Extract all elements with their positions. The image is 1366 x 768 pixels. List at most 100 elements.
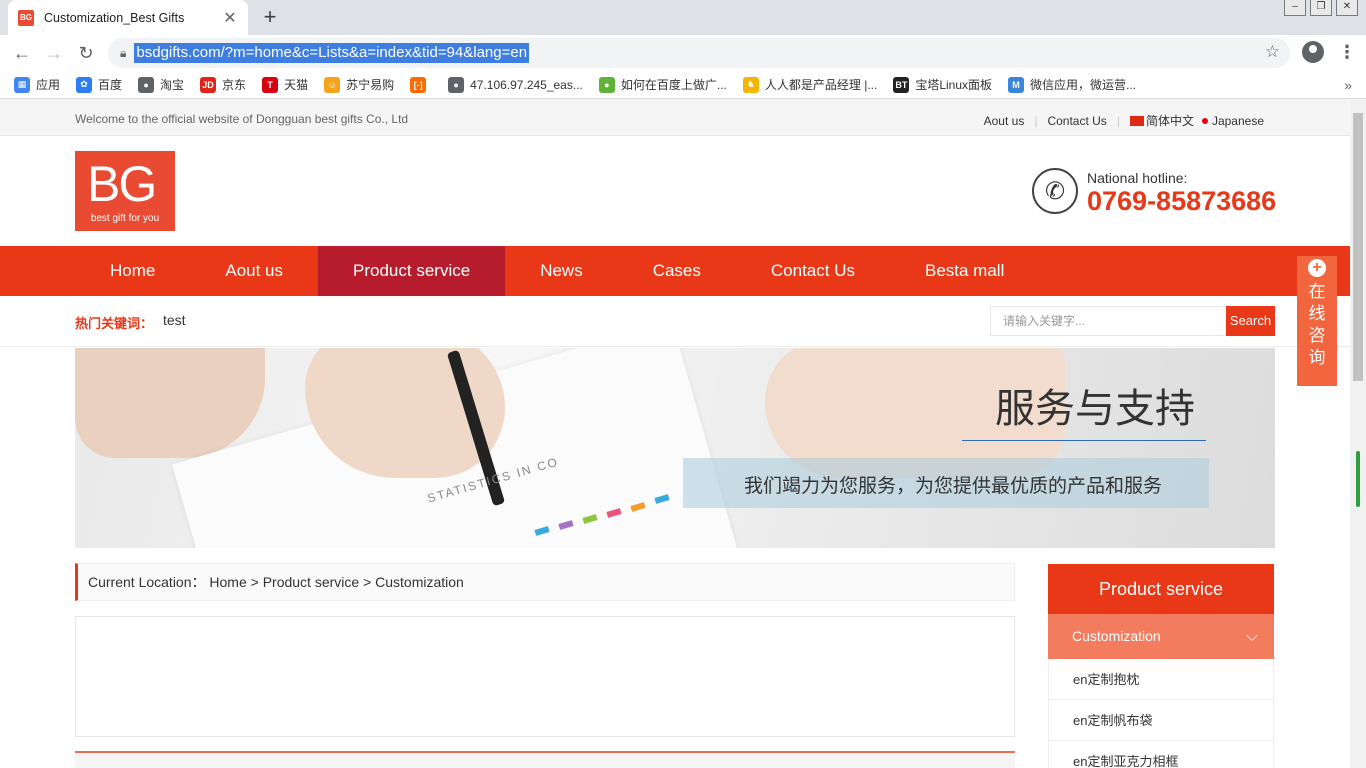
top-link-about[interactable]: Aout us [984,114,1025,128]
sidebar-item[interactable]: en定制抱枕 [1048,659,1274,700]
bookmark-item[interactable]: ✿ 百度 [76,76,122,93]
consult-char: 询 [1308,348,1326,368]
bookmark-item[interactable]: M 微信应用，微运营... [1008,76,1136,93]
sidebar-item[interactable]: en定制亚克力相框 [1048,741,1274,768]
bookmark-item[interactable]: BT 宝塔Linux面板 [893,76,992,93]
restore-icon[interactable]: ❐ [1310,0,1332,16]
m-icon: M [1008,76,1025,93]
bookmark-item[interactable]: [-] [410,76,432,93]
content-section-bar [75,751,1015,768]
browser-menu-icon[interactable]: ⋮ [1338,40,1356,64]
bookmark-label: 人人都是产品经理 |... [764,78,878,92]
logo-tagline: best gift for you [90,213,160,224]
bt-icon: BT [893,76,910,93]
browser-tab[interactable]: BG Customization_Best Gifts ✕ [8,0,248,35]
sidebar-current-category[interactable]: Customization ⌵ [1048,614,1274,659]
url-text[interactable]: bsdgifts.com/?m=home&c=Lists&a=index&tid… [134,43,530,63]
top-links: Aout us | Contact Us | 简体中文 Japanese [984,112,1264,129]
hero-banner: STATISTICS IN CO 服务与支持 我们竭力为您服务，为您提供最优质的… [75,348,1275,548]
sidebar-item[interactable]: en定制帆布袋 [1048,700,1274,741]
china-flag-icon [1129,116,1144,126]
bookmark-item[interactable]: ● 淘宝 [138,76,184,93]
top-info-bar: Welcome to the official website of Dongg… [0,99,1350,136]
bookmark-item[interactable]: ● 如何在百度上做广... [598,76,727,93]
globe-icon: ● [138,76,155,93]
chevron-down-icon: ⌵ [1245,628,1258,645]
minimize-icon[interactable]: – [1284,0,1306,16]
forward-icon[interactable]: → [42,41,66,65]
bookmark-label: 应用 [36,78,61,92]
welcome-text: Welcome to the official website of Dongg… [75,112,409,126]
nav-item[interactable]: News [505,246,618,296]
sidebar-item-list: en定制抱枕 en定制帆布袋 en定制亚克力相框 [1048,659,1274,768]
close-tab-icon[interactable]: ✕ [222,8,238,28]
bookmark-label: 如何在百度上做广... [620,78,727,92]
scrollbar-thumb[interactable] [1353,113,1363,381]
nav-item[interactable]: Besta mall [890,246,1039,296]
woshipm-icon: ♞ [742,76,759,93]
suning-icon: ☺ [324,76,341,93]
bookmark-label: 苏宁易购 [346,78,395,92]
bookmark-star-icon[interactable]: ☆ [1265,42,1280,62]
address-bar[interactable]: 🔒︎ bsdgifts.com/?m=home&c=Lists&a=index&… [108,38,1290,68]
bookmark-label: 47.106.97.245_eas... [470,77,583,92]
baidu-paw-icon: ✿ [76,76,93,93]
site-header: BG best gift for you ✆ National hotline:… [0,136,1350,246]
bookmark-item[interactable]: ☺ 苏宁易购 [324,76,394,93]
web-page: Welcome to the official website of Dongg… [0,99,1350,768]
bookmark-label: 淘宝 [160,78,185,92]
bookmark-label: 微信应用，微运营... [1030,78,1137,92]
divider: | [1116,113,1120,128]
breadcrumb: Current Location： Home > Product service… [75,563,1015,601]
bookmark-item[interactable]: ▦ 应用 [14,76,60,93]
bookmark-item[interactable]: JD 京东 [200,76,246,93]
online-consult-button[interactable]: + 在线咨询 [1297,256,1337,386]
hot-keywords-label: 热门关键词： [75,316,154,331]
site-logo[interactable]: BG best gift for you [75,151,175,231]
lang-chinese-link[interactable]: 简体中文 [1129,112,1194,129]
main-navigation: Home Aout us Product service News Cases Conta… [0,246,1350,296]
lang-chinese-label: 简体中文 [1145,114,1194,128]
bookmark-item[interactable]: ♞ 人人都是产品经理 |... [742,76,878,93]
wechat-bubble-icon: ● [598,76,615,93]
hotline-label: National hotline: [1087,170,1188,186]
close-window-icon[interactable]: ✕ [1336,0,1358,16]
more-bookmarks-icon[interactable]: » [1344,77,1352,93]
nav-item[interactable]: Contact Us [736,246,890,296]
tmall-icon: T [262,76,279,93]
aliyun-icon: [-] [410,76,427,93]
profile-avatar-icon[interactable] [1302,41,1324,63]
nav-item[interactable]: Home [75,246,190,296]
apps-grid-icon: ▦ [14,76,30,93]
nav-item[interactable]: Aout us [190,246,318,296]
bookmark-label: 京东 [222,78,247,92]
nav-item[interactable]: Product service [318,246,506,296]
lock-icon[interactable]: 🔒︎ [120,46,126,61]
nav-item[interactable]: Cases [618,246,736,296]
hotline-number: 0769-85873686 [1087,186,1277,216]
bookmark-label: 天猫 [284,78,309,92]
back-icon[interactable]: ← [10,41,34,65]
page-scrollbar[interactable] [1350,99,1366,768]
hot-keyword-link[interactable]: test [163,312,186,328]
logo-mark: BG [87,156,157,212]
plus-icon: + [1308,259,1326,277]
reload-icon[interactable]: ↻ [74,41,98,65]
consult-char: 线 [1308,304,1326,324]
product-sidebar: Product service Customization ⌵ en定制抱枕 en… [1048,564,1274,768]
bookmark-item[interactable]: ● 47.106.97.245_eas... [448,76,583,93]
sidebar-header: Product service [1048,564,1274,614]
top-link-contact[interactable]: Contact Us [1047,114,1106,128]
bookmark-item[interactable]: T 天猫 [262,76,308,93]
lang-japanese-label: Japanese [1211,113,1264,128]
search-input[interactable]: 请输入关键字... [990,306,1227,336]
lang-japanese-link[interactable]: Japanese [1194,114,1264,128]
window-controls: – ❐ ✕ [1284,0,1358,16]
browser-toolbar: ← → ↻ 🔒︎ bsdgifts.com/?m=home&c=Lists&a=… [0,35,1366,71]
bookmark-label: 宝塔Linux面板 [915,78,993,92]
new-tab-button[interactable]: + [258,4,282,30]
tab-title: Customization_Best Gifts [44,10,185,25]
sidebar-current-label: Customization [1072,628,1161,644]
search-button[interactable]: Search [1226,306,1275,336]
consult-char: 咨 [1308,326,1326,346]
